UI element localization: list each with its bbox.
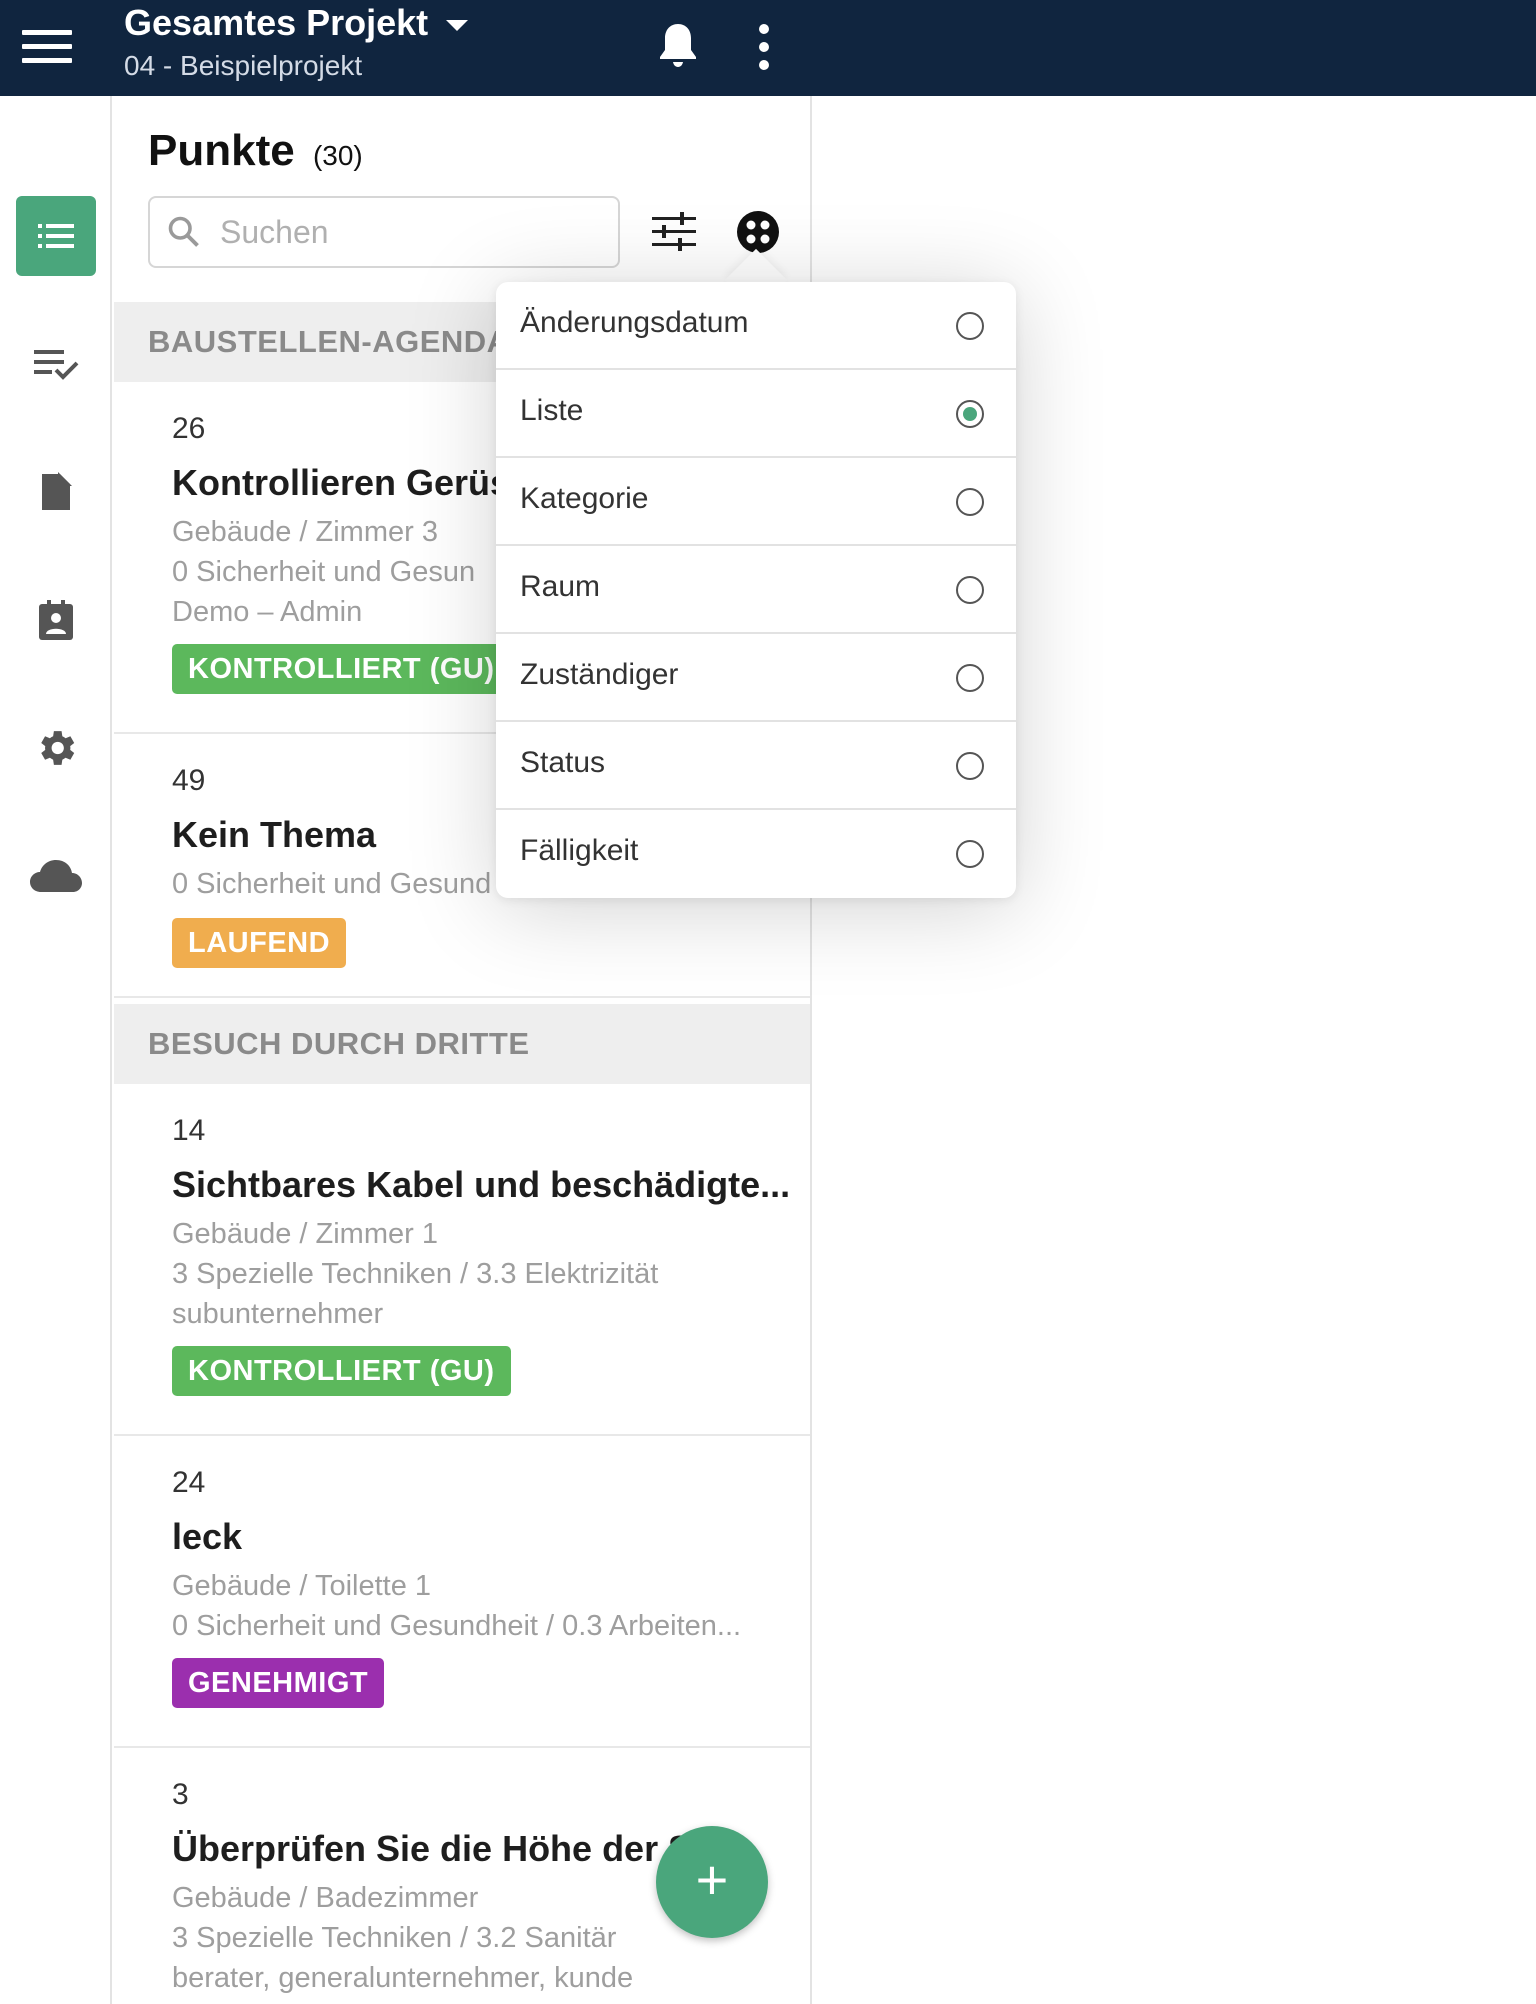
item-assignee: Demo – Admin <box>172 596 363 628</box>
caret-down-icon <box>446 19 469 31</box>
radio-button[interactable] <box>956 488 984 516</box>
navigation-rail <box>0 96 112 2004</box>
item-title: Kein Thema <box>172 814 377 855</box>
option-label: Liste <box>520 394 584 427</box>
item-category: 0 Sicherheit und Gesund <box>172 868 492 900</box>
rail-item-list[interactable] <box>16 196 96 276</box>
radio-button-selected[interactable] <box>956 400 984 428</box>
radio-button[interactable] <box>956 576 984 604</box>
item-number: 24 <box>172 1466 206 1499</box>
option-label: Zuständiger <box>520 658 679 691</box>
item-location: Gebäude / Zimmer 1 <box>172 1218 438 1250</box>
group-option-aenderungsdatum[interactable]: Änderungsdatum <box>496 282 1016 370</box>
points-count: (30) <box>312 140 363 171</box>
group-option-raum[interactable]: Raum <box>496 546 1016 634</box>
project-subtitle: 04 - Beispielprojekt <box>124 50 363 81</box>
radio-button[interactable] <box>956 664 984 692</box>
option-label: Status <box>520 746 606 779</box>
radio-button[interactable] <box>956 752 984 780</box>
item-number: 26 <box>172 412 206 445</box>
item-category: 0 Sicherheit und Gesundheit / 0.3 Arbeit… <box>172 1610 742 1642</box>
item-location: Gebäude / Toilette 1 <box>172 1570 432 1602</box>
bell-icon[interactable] <box>654 20 702 72</box>
group-option-faelligkeit[interactable]: Fälligkeit <box>496 810 1016 898</box>
radio-button[interactable] <box>956 840 984 868</box>
section-label: BAUSTELLEN-AGENDA <box>148 324 510 359</box>
project-title: Gesamtes Projekt <box>124 2 429 43</box>
group-option-zustaendiger[interactable]: Zuständiger <box>496 634 1016 722</box>
group-dots-icon <box>737 211 779 253</box>
status-badge: KONTROLLIERT (GU) <box>172 644 511 694</box>
panel-title: Punkte (30) <box>148 126 363 176</box>
item-number: 3 <box>172 1778 189 1811</box>
panel-title-text: Punkte <box>148 126 295 175</box>
list-item[interactable]: 24 leck Gebäude / Toilette 1 0 Sicherhei… <box>114 1436 810 1748</box>
gear-icon <box>41 731 75 765</box>
item-number: 49 <box>172 764 206 797</box>
item-category: 0 Sicherheit und Gesun <box>172 556 476 588</box>
group-option-kategorie[interactable]: Kategorie <box>496 458 1016 546</box>
group-button[interactable] <box>734 208 782 256</box>
radio-button[interactable] <box>956 312 984 340</box>
hamburger-icon[interactable] <box>22 30 72 66</box>
item-location: Gebäude / Badezimmer <box>172 1882 479 1914</box>
item-assignee: subunternehmer <box>172 1298 384 1330</box>
top-bar: Gesamtes Projekt 04 - Beispielprojekt <box>0 0 1536 96</box>
option-label: Kategorie <box>520 482 649 515</box>
project-selector[interactable]: Gesamtes Projekt <box>124 2 469 44</box>
status-badge: GENEHMIGT <box>172 1658 385 1708</box>
group-option-status[interactable]: Status <box>496 722 1016 810</box>
list-item[interactable]: 14 Sichtbares Kabel und beschädigte... G… <box>114 1084 810 1436</box>
grouping-menu: Änderungsdatum Liste Kategorie Raum Zust… <box>496 282 1016 898</box>
rail-item-documents[interactable] <box>16 452 96 532</box>
sliders-icon <box>652 212 696 251</box>
section-header: BESUCH DURCH DRITTE <box>114 1004 810 1084</box>
option-label: Raum <box>520 570 601 603</box>
item-location: Gebäude / Zimmer 3 <box>172 516 438 548</box>
item-category: 3 Spezielle Techniken / 3.3 Elektrizität <box>172 1258 659 1290</box>
item-number: 14 <box>172 1114 206 1147</box>
rail-item-checklist[interactable] <box>16 324 96 404</box>
item-category: 3 Spezielle Techniken / 3.2 Sanitär <box>172 1922 617 1954</box>
filter-button[interactable] <box>650 208 698 256</box>
status-badge: LAUFEND <box>172 918 347 968</box>
status-badge: KONTROLLIERT (GU) <box>172 1346 511 1396</box>
option-label: Fälligkeit <box>520 834 639 867</box>
item-assignee: berater, generalunternehmer, kunde <box>172 1962 634 1994</box>
group-option-liste[interactable]: Liste <box>496 370 1016 458</box>
list-icon <box>38 224 74 248</box>
item-title: leck <box>172 1516 243 1557</box>
rail-item-cloud[interactable] <box>16 836 96 916</box>
cloud-icon <box>30 860 82 892</box>
contact-clipboard-icon <box>39 600 73 640</box>
document-icon <box>42 472 72 510</box>
search-input[interactable] <box>148 196 620 268</box>
rail-item-settings[interactable] <box>16 708 96 788</box>
more-vertical-icon[interactable] <box>746 22 782 72</box>
item-title: Überprüfen Sie die Höhe der S <box>172 1828 693 1869</box>
checklist-icon <box>34 350 79 380</box>
item-title: Sichtbares Kabel und beschädigte... <box>172 1164 791 1205</box>
section-label: BESUCH DURCH DRITTE <box>148 1026 530 1061</box>
item-title: Kontrollieren Gerüs <box>172 462 511 503</box>
option-label: Änderungsdatum <box>520 306 749 339</box>
rail-item-contacts[interactable] <box>16 580 96 660</box>
add-point-button[interactable]: + <box>656 1826 768 1938</box>
